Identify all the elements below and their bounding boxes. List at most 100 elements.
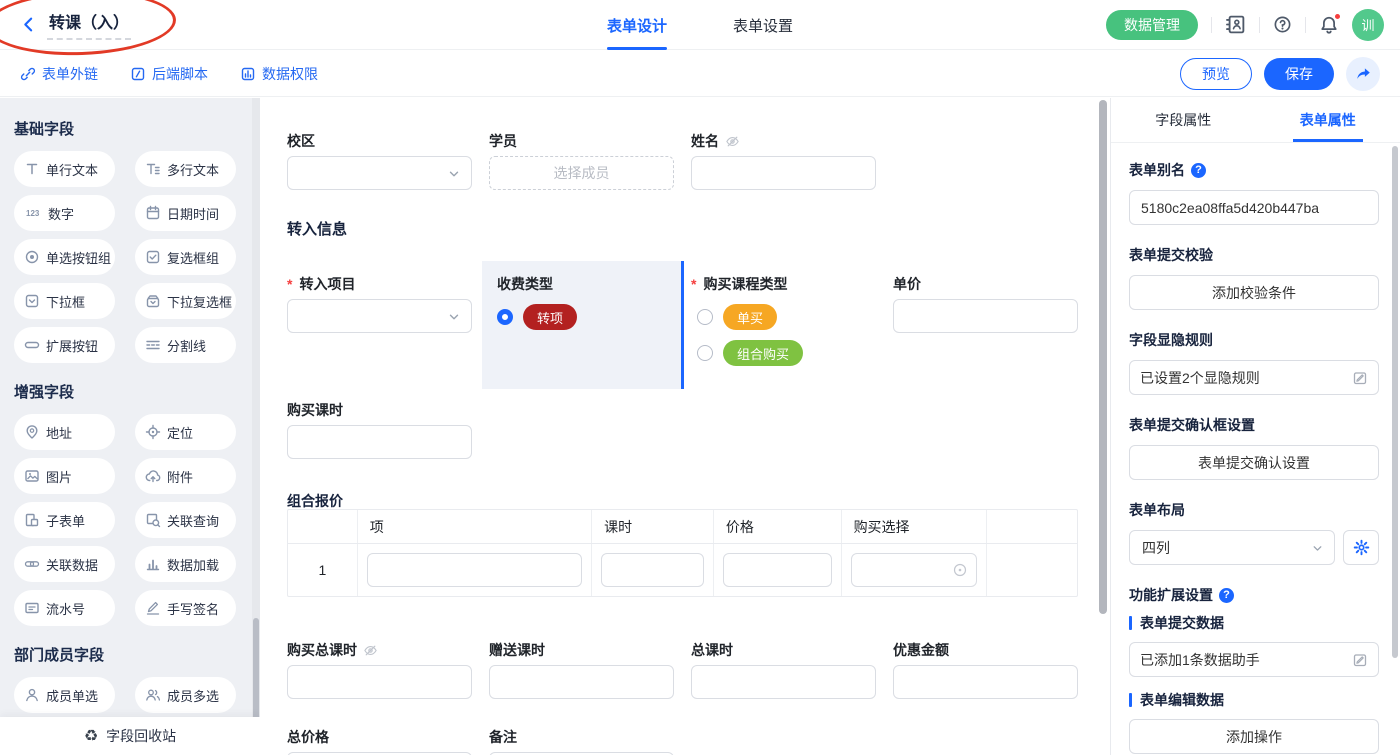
field-item-multi-text[interactable]: 多行文本 — [135, 151, 236, 187]
field-label: 购买课时 — [287, 400, 343, 420]
field-total-price[interactable]: 总价格 — [287, 727, 472, 755]
form-alias-input[interactable] — [1129, 190, 1379, 225]
divider — [1259, 17, 1260, 33]
calendar-icon — [145, 205, 161, 221]
textarea-icon — [145, 161, 161, 177]
field-item-single-text[interactable]: 单行文本 — [14, 151, 115, 187]
total-hours-input[interactable] — [691, 665, 876, 699]
field-item-serial-number[interactable]: 流水号 — [14, 590, 115, 626]
course-type-option-tag[interactable]: 组合购买 — [723, 340, 803, 366]
unit-price-input[interactable] — [893, 299, 1078, 333]
field-total-buy-hours[interactable]: 购买总课时 — [287, 640, 472, 699]
add-check-condition-button[interactable]: 添加校验条件 — [1129, 275, 1379, 310]
buy-hours-input[interactable] — [287, 425, 472, 459]
field-buy-hours[interactable]: 购买课时 — [287, 400, 472, 459]
combo-hours-input[interactable] — [601, 553, 704, 587]
layout-select[interactable]: 四列 — [1129, 530, 1335, 565]
radio-selected[interactable] — [497, 309, 513, 325]
combo-price-input[interactable] — [723, 553, 832, 587]
add-operation-button[interactable]: 添加操作 — [1129, 719, 1379, 754]
save-button[interactable]: 保存 — [1264, 58, 1334, 90]
field-campus[interactable]: 校区 — [287, 131, 472, 190]
field-item-checkbox-group[interactable]: 复选框组 — [135, 239, 236, 275]
name-input[interactable] — [691, 156, 876, 190]
backend-script-label: 后端脚本 — [152, 64, 208, 84]
field-item-extend-button[interactable]: 扩展按钮 — [14, 327, 115, 363]
fee-type-option-tag[interactable]: 转项 — [523, 304, 577, 330]
sidebar-scrollbar-track[interactable] — [252, 98, 260, 755]
data-permission-button[interactable]: 数据权限 — [240, 64, 318, 84]
visibility-rules-box[interactable]: 已设置2个显隐规则 — [1129, 360, 1379, 395]
subform-icon — [24, 512, 40, 528]
tab-form-settings[interactable]: 表单设置 — [733, 0, 793, 50]
submit-confirm-settings-button[interactable]: 表单提交确认设置 — [1129, 445, 1379, 480]
canvas-scrollbar-thumb[interactable] — [1099, 100, 1107, 614]
field-recycle-bin[interactable]: ♻字段回收站 — [0, 717, 260, 755]
field-item-address[interactable]: 地址 — [14, 414, 115, 450]
combo-item-input[interactable] — [367, 553, 582, 587]
field-item-member-multi[interactable]: 成员多选 — [135, 677, 236, 713]
field-item-data-load[interactable]: 数据加载 — [135, 546, 236, 582]
field-label: 总课时 — [691, 640, 733, 660]
field-item-datetime[interactable]: 日期时间 — [135, 195, 236, 231]
field-item-multi-dropdown[interactable]: 下拉复选框 — [135, 283, 236, 319]
backend-script-button[interactable]: 后端脚本 — [130, 64, 208, 84]
field-fee-type[interactable]: 收费类型 转项 — [497, 274, 667, 330]
field-total-hours[interactable]: 总课时 — [691, 640, 876, 699]
tab-field-properties[interactable]: 字段属性 — [1111, 98, 1256, 142]
form-layout-label: 表单布局 — [1129, 500, 1185, 520]
field-item-relation-data[interactable]: 关联数据 — [14, 546, 115, 582]
transfer-project-select[interactable] — [287, 299, 472, 333]
edit-icon[interactable] — [1352, 370, 1368, 386]
contacts-icon[interactable] — [1225, 14, 1246, 35]
tab-form-design[interactable]: 表单设计 — [607, 0, 667, 50]
gift-hours-input[interactable] — [489, 665, 674, 699]
field-item-image[interactable]: 图片 — [14, 458, 115, 494]
discount-amount-input[interactable] — [893, 665, 1078, 699]
help-circle-icon[interactable]: ? — [1219, 588, 1234, 603]
field-item-radio-group[interactable]: 单选按钮组 — [14, 239, 115, 275]
field-item-number[interactable]: 数字 — [14, 195, 115, 231]
field-item-subform[interactable]: 子表单 — [14, 502, 115, 538]
button-icon — [24, 337, 40, 353]
field-item-relation-query[interactable]: 关联查询 — [135, 502, 236, 538]
help-icon[interactable] — [1273, 15, 1292, 34]
form-canvas[interactable]: 校区 学员 选择成员 姓名 转入信息 *转入项目 收费类型 转项 *购买课程类型… — [260, 98, 1110, 755]
tab-form-properties[interactable]: 表单属性 — [1256, 98, 1400, 142]
preview-button[interactable]: 预览 — [1180, 58, 1252, 90]
field-transfer-project[interactable]: *转入项目 — [287, 274, 472, 333]
back-button[interactable] — [20, 16, 37, 33]
field-item-attachment[interactable]: 附件 — [135, 458, 236, 494]
total-buy-hours-input[interactable] — [287, 665, 472, 699]
field-discount-amount[interactable]: 优惠金额 — [893, 640, 1078, 699]
field-item-signature[interactable]: 手写签名 — [135, 590, 236, 626]
radio-unselected[interactable] — [697, 309, 713, 325]
avatar[interactable]: 训 — [1352, 9, 1384, 41]
layout-gear-button[interactable] — [1343, 530, 1379, 565]
number-icon — [24, 205, 42, 221]
field-item-locate[interactable]: 定位 — [135, 414, 236, 450]
field-course-type[interactable]: *购买课程类型 单买 组合购买 — [697, 274, 877, 366]
combo-table-label: 组合报价 — [287, 491, 343, 511]
course-type-option-tag[interactable]: 单买 — [723, 304, 777, 330]
select-member-button[interactable]: 选择成员 — [489, 156, 674, 190]
field-student[interactable]: 学员 选择成员 — [489, 131, 674, 190]
help-circle-icon[interactable]: ? — [1191, 163, 1206, 178]
edit-icon[interactable] — [1352, 652, 1368, 668]
radio-unselected[interactable] — [697, 345, 713, 361]
field-item-divider[interactable]: 分割线 — [135, 327, 236, 363]
submit-data-box[interactable]: 已添加1条数据助手 — [1129, 642, 1379, 677]
external-link-button[interactable]: 表单外链 — [20, 64, 98, 84]
notification-bell-icon[interactable] — [1319, 15, 1339, 35]
data-manage-button[interactable]: 数据管理 — [1106, 10, 1198, 40]
field-unit-price[interactable]: 单价 — [893, 274, 1078, 333]
field-remark[interactable]: 备注 — [489, 727, 674, 755]
hidden-eye-icon — [363, 643, 378, 658]
share-button[interactable] — [1346, 57, 1380, 91]
panel-scrollbar-thumb[interactable] — [1392, 146, 1398, 658]
field-item-dropdown[interactable]: 下拉框 — [14, 283, 115, 319]
field-gift-hours[interactable]: 赠送课时 — [489, 640, 674, 699]
field-name[interactable]: 姓名 — [691, 131, 876, 190]
campus-select[interactable] — [287, 156, 472, 190]
field-item-member-single[interactable]: 成员单选 — [14, 677, 115, 713]
